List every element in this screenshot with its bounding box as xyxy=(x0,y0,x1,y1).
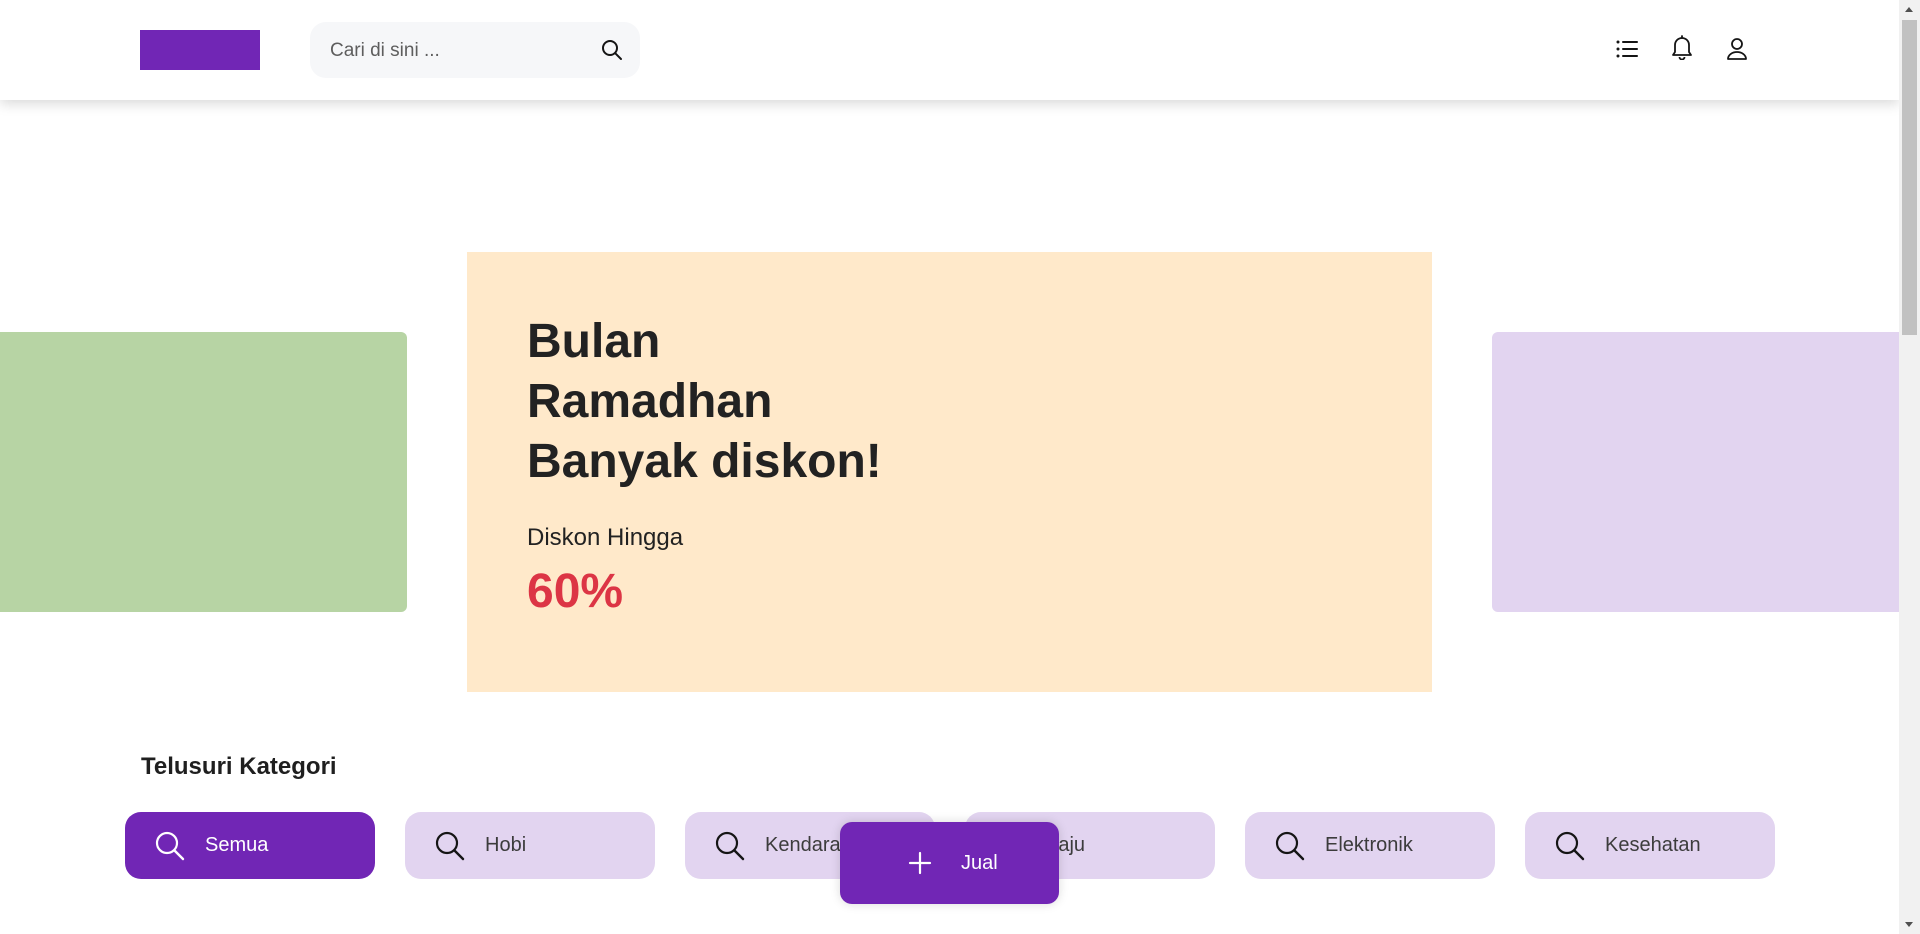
banner-title: Bulan Ramadhan Banyak diskon! xyxy=(527,312,882,492)
user-icon[interactable] xyxy=(1724,36,1750,62)
search-icon[interactable] xyxy=(600,38,624,62)
discount-percentage: 60% xyxy=(527,565,624,618)
search-icon xyxy=(153,829,187,863)
scrollbar-thumb[interactable] xyxy=(1902,20,1917,335)
carousel-slide-next[interactable] xyxy=(1492,332,1912,612)
category-button-kesehatan[interactable]: Kesehatan xyxy=(1525,812,1775,879)
carousel-slide-prev[interactable] xyxy=(0,332,407,612)
page: Bulan Ramadhan Banyak diskon! Diskon Hin… xyxy=(0,0,1920,934)
banner-title-line: Bulan xyxy=(527,315,661,368)
category-button-elektronik[interactable]: Elektronik xyxy=(1245,812,1495,879)
vertical-scrollbar[interactable] xyxy=(1899,0,1920,934)
bell-icon[interactable] xyxy=(1669,34,1695,61)
logo[interactable] xyxy=(140,30,260,70)
category-label: Elektronik xyxy=(1325,834,1413,856)
search-bar xyxy=(310,22,640,80)
scroll-up-icon[interactable] xyxy=(1905,7,1913,12)
category-label: Semua xyxy=(205,834,269,856)
category-label: Kesehatan xyxy=(1605,834,1701,856)
category-heading: Telusuri Kategori xyxy=(141,753,337,780)
category-button-semua[interactable]: Semua xyxy=(125,812,375,879)
list-icon[interactable] xyxy=(1614,36,1640,62)
banner-title-line: Ramadhan xyxy=(527,375,773,428)
category-label: Hobi xyxy=(485,834,527,856)
search-icon xyxy=(433,829,467,863)
search-icon xyxy=(1553,829,1587,863)
scroll-down-icon[interactable] xyxy=(1905,922,1913,927)
sell-button[interactable]: Jual xyxy=(840,822,1059,904)
banner-title-line: Banyak diskon! xyxy=(527,435,882,488)
search-icon xyxy=(713,829,747,863)
category-button-hobi[interactable]: Hobi xyxy=(405,812,655,879)
plus-icon xyxy=(908,851,932,875)
top-navbar xyxy=(0,0,1899,100)
carousel-slide-active[interactable]: Bulan Ramadhan Banyak diskon! Diskon Hin… xyxy=(467,252,1432,692)
search-icon xyxy=(1273,829,1307,863)
sell-button-label: Jual xyxy=(961,852,998,874)
search-input[interactable] xyxy=(328,22,592,80)
banner-subtitle: Diskon Hingga xyxy=(527,524,684,551)
